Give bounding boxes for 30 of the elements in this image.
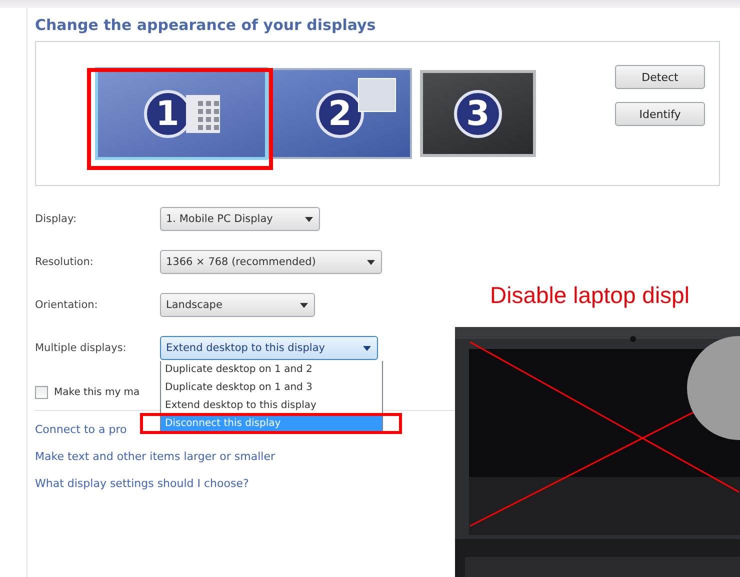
caret-icon xyxy=(300,302,308,308)
monitor-tile[interactable]: 1 xyxy=(95,67,268,160)
setting-label: Display: xyxy=(35,213,78,225)
action-button[interactable]: Detect xyxy=(615,65,705,89)
action-button[interactable]: Identify xyxy=(615,102,705,126)
caret-icon xyxy=(367,260,375,264)
dropdown[interactable]: 1. Mobile PC Display xyxy=(160,207,320,231)
annotation-caption: Disable laptop displ xyxy=(490,282,690,309)
caret-icon xyxy=(305,216,313,222)
setting-label: Resolution: xyxy=(35,256,94,268)
setting-label: Orientation: xyxy=(35,299,99,311)
window-icon xyxy=(358,78,396,112)
help-link[interactable]: Make text and other items larger or smaller xyxy=(35,450,275,463)
setting-label: Multiple displays: xyxy=(35,342,128,354)
caret-icon xyxy=(363,346,371,350)
dropdown-option[interactable]: Duplicate desktop on 1 and 3 xyxy=(160,379,383,397)
dropdown-option[interactable]: Duplicate desktop on 1 and 2 xyxy=(160,361,383,379)
monitor-tile[interactable]: 2 xyxy=(268,68,412,159)
monitor-tile[interactable]: 3 xyxy=(420,70,536,157)
dropdown[interactable]: Landscape xyxy=(160,293,315,317)
monitor-number: 3 xyxy=(454,90,502,138)
checkbox[interactable] xyxy=(35,386,48,398)
dropdown[interactable]: 1366 × 768 (recommended) xyxy=(160,250,382,274)
help-link[interactable]: Connect to a pro xyxy=(35,423,127,436)
keypad-icon xyxy=(186,94,220,132)
help-link[interactable]: What display settings should I choose? xyxy=(35,477,249,490)
dropdown[interactable]: Extend desktop to this display xyxy=(160,336,378,360)
checkbox-label: Make this my ma xyxy=(54,386,140,398)
section-heading: Change the appearance of your displays xyxy=(35,15,377,36)
monitor-number: 2 xyxy=(316,90,364,138)
